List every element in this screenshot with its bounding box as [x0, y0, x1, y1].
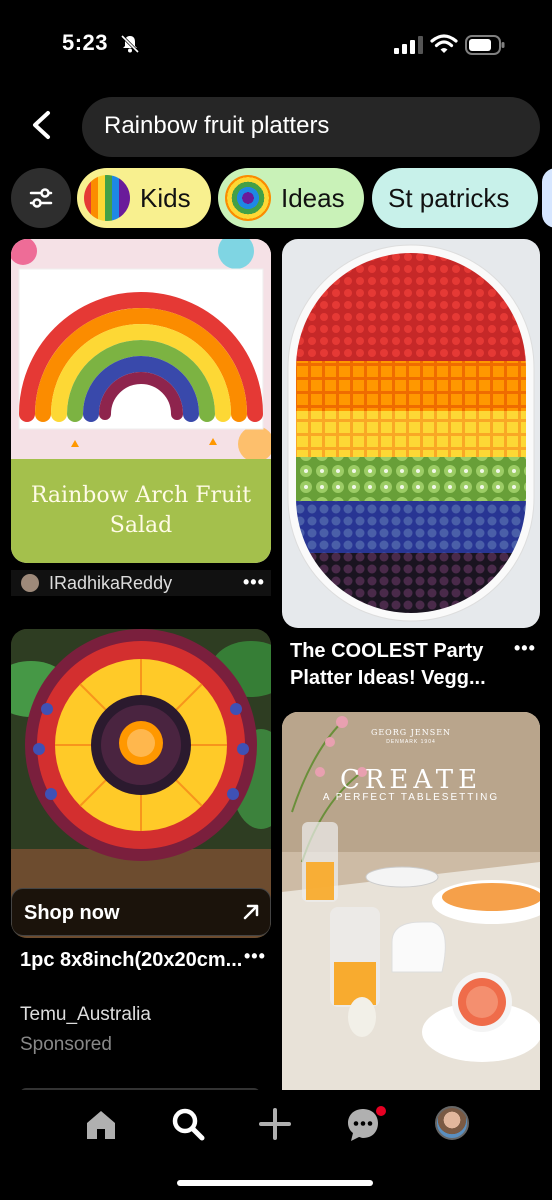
external-arrow-icon — [243, 904, 259, 920]
more-options-icon[interactable]: ••• — [243, 572, 265, 593]
notification-dot — [376, 1106, 386, 1116]
more-options-icon[interactable]: ••• — [514, 638, 536, 659]
pin-party-platter[interactable] — [282, 239, 540, 628]
plus-icon[interactable] — [258, 1107, 292, 1141]
chip-kids[interactable]: Kids — [77, 168, 211, 228]
author-avatar — [21, 574, 39, 592]
more-options-icon[interactable]: ••• — [244, 946, 266, 967]
signal-icon — [394, 36, 423, 54]
pin-party-platter-image — [287, 244, 535, 622]
messages-icon[interactable] — [346, 1105, 388, 1145]
home-indicator — [177, 1180, 373, 1186]
chip-partial[interactable] — [542, 168, 552, 228]
chip-ideas[interactable]: Ideas — [218, 168, 364, 228]
shop-now-label: Shop now — [24, 902, 120, 924]
pin-sponsored-platter[interactable]: Shop now — [11, 629, 271, 938]
chip-label: St patricks — [388, 182, 510, 213]
brand-subtitle: DENMARK 1904 — [386, 739, 436, 745]
shop-now-button[interactable]: Shop now — [11, 888, 271, 936]
ad-subheadline: A PERFECT TABLESETTING — [322, 792, 500, 803]
chip-label: Ideas — [281, 182, 345, 213]
chip-ideas-thumbnail — [225, 175, 271, 221]
search-query-text: Rainbow fruit platters — [104, 112, 330, 139]
pin-sponsored-seller[interactable]: Temu_Australia — [20, 1004, 151, 1026]
status-time: 5:23 — [62, 30, 109, 55]
pin-rainbow-arch-image — [11, 239, 271, 459]
pin-author: IRadhikaReddy — [49, 573, 173, 593]
pin-rainbow-arch-attribution[interactable]: IRadhikaReddy ••• — [11, 570, 271, 596]
profile-avatar[interactable] — [435, 1106, 469, 1140]
pin-party-platter-title[interactable]: The COOLEST Party Platter Ideas! Vegg... — [290, 638, 510, 692]
search-input[interactable]: Rainbow fruit platters — [82, 97, 540, 157]
chip-label: Kids — [140, 182, 191, 213]
back-arrow-icon[interactable] — [28, 110, 56, 140]
pin-rainbow-arch-overlay-text: Rainbow Arch Fruit Salad — [30, 483, 252, 538]
brand-name: GEORG JENSEN — [370, 728, 452, 737]
ad-headline: CREATE — [339, 765, 483, 795]
sliders-icon — [29, 188, 53, 208]
sponsored-label: Sponsored — [20, 1034, 112, 1055]
wifi-icon — [430, 34, 458, 53]
home-icon[interactable] — [84, 1108, 118, 1142]
chip-kids-thumbnail — [84, 175, 130, 221]
pin-sponsored-title[interactable]: 1pc 8x8inch(20x20cm... — [20, 947, 244, 974]
battery-icon — [465, 35, 505, 55]
chip-st-patricks[interactable]: St patricks — [372, 168, 538, 228]
filter-button[interactable] — [11, 168, 71, 228]
bell-muted-icon — [120, 34, 140, 54]
search-icon[interactable] — [170, 1106, 206, 1142]
pin-georg-jensen[interactable]: GEORG JENSEN DENMARK 1904 CREATE A PERFE… — [282, 712, 540, 1092]
pin-rainbow-arch[interactable]: Rainbow Arch Fruit Salad — [11, 239, 271, 563]
